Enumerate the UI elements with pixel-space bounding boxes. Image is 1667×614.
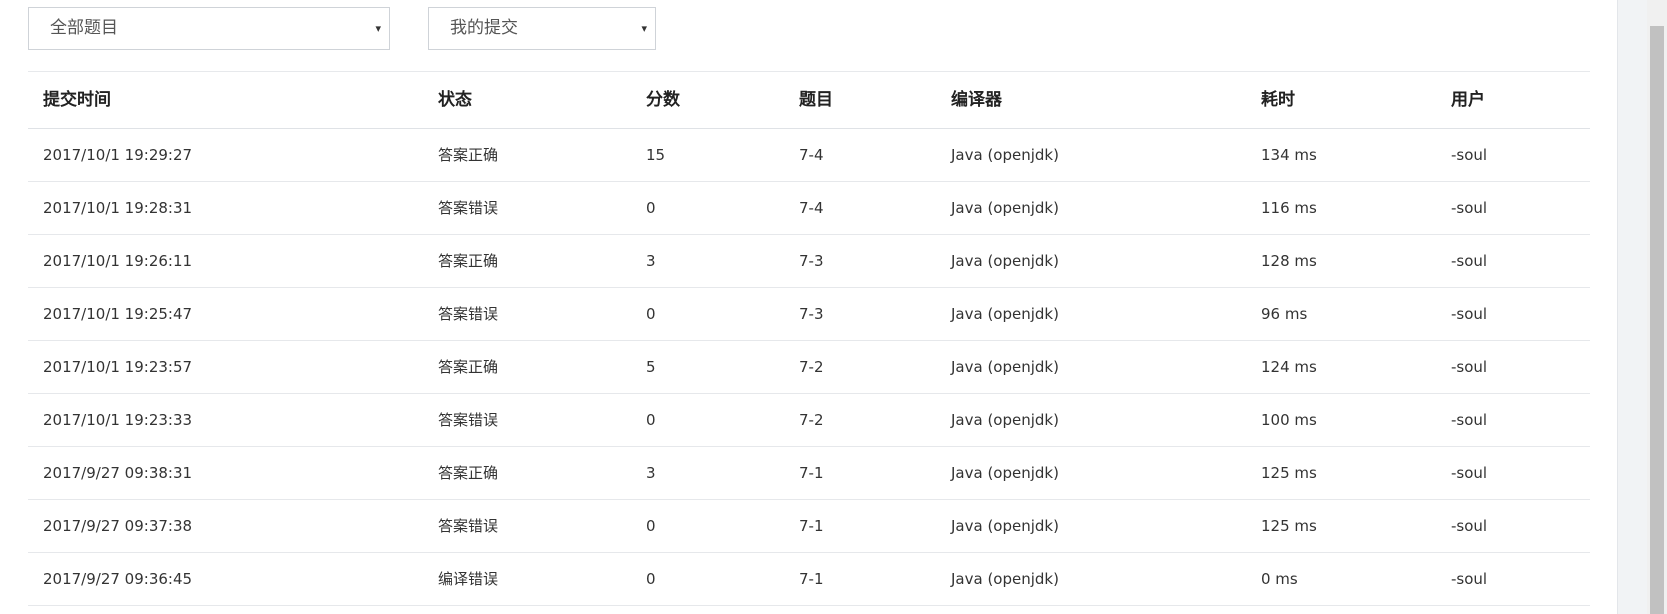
cell-status-link[interactable]: 答案正确 — [438, 341, 498, 393]
cell-score: 0 — [646, 517, 656, 535]
cell-score: 0 — [646, 570, 656, 588]
submission-page: 全部题目 ▾ 我的提交 ▾ 提交时间 状态 分数 题目 编译器 耗时 用户 20… — [0, 0, 1667, 614]
cell-time: 2017/10/1 19:26:11 — [43, 252, 193, 270]
header-compiler: 编译器 — [951, 90, 1002, 110]
table-row: 2017/10/1 19:26:11 答案正确 3 7-3 Java (openjdk)… — [28, 235, 1590, 288]
table-body: 2017/10/1 19:29:27 答案正确 15 7-4 Java (openjdk… — [28, 129, 1590, 606]
cell-compiler: Java (openjdk) — [951, 517, 1059, 535]
cell-elapsed: 134 ms — [1261, 146, 1317, 164]
cell-elapsed: 116 ms — [1261, 199, 1317, 217]
cell-score: 5 — [646, 358, 656, 376]
cell-compiler: Java (openjdk) — [951, 570, 1059, 588]
main-content: 全部题目 ▾ 我的提交 ▾ 提交时间 状态 分数 题目 编译器 耗时 用户 20… — [0, 0, 1617, 614]
cell-user: -soul — [1451, 464, 1488, 482]
table-row: 2017/9/27 09:38:31 答案正确 3 7-1 Java (openjdk)… — [28, 447, 1590, 500]
table-row: 2017/10/1 19:25:47 答案错误 0 7-3 Java (openjdk)… — [28, 288, 1590, 341]
table-header: 提交时间 状态 分数 题目 编译器 耗时 用户 — [28, 71, 1590, 129]
cell-problem-link[interactable]: 7-2 — [799, 341, 824, 393]
cell-elapsed: 124 ms — [1261, 358, 1317, 376]
problem-filter-value: 全部题目 — [50, 18, 118, 38]
header-time: 提交时间 — [43, 90, 111, 110]
cell-elapsed: 0 ms — [1261, 570, 1298, 588]
cell-compiler: Java (openjdk) — [951, 252, 1059, 270]
cell-elapsed: 100 ms — [1261, 411, 1317, 429]
table-row: 2017/10/1 19:29:27 答案正确 15 7-4 Java (openjdk… — [28, 129, 1590, 182]
cell-score: 15 — [646, 146, 666, 164]
cell-elapsed: 125 ms — [1261, 464, 1317, 482]
cell-problem-link[interactable]: 7-1 — [799, 553, 824, 605]
cell-user: -soul — [1451, 305, 1488, 323]
cell-status-link[interactable]: 编译错误 — [438, 553, 498, 605]
cell-score: 0 — [646, 199, 656, 217]
cell-status-link[interactable]: 答案错误 — [438, 182, 498, 234]
cell-status-link[interactable]: 答案错误 — [438, 394, 498, 446]
cell-user: -soul — [1451, 570, 1488, 588]
header-score: 分数 — [646, 90, 680, 110]
header-user: 用户 — [1451, 90, 1485, 110]
cell-user: -soul — [1451, 199, 1488, 217]
cell-elapsed: 128 ms — [1261, 252, 1317, 270]
header-problem: 题目 — [799, 90, 833, 110]
cell-status-link[interactable]: 答案正确 — [438, 129, 498, 181]
cell-time: 2017/10/1 19:25:47 — [43, 305, 193, 323]
cell-time: 2017/9/27 09:37:38 — [43, 517, 193, 535]
table-row: 2017/9/27 09:36:45 编译错误 0 7-1 Java (openjdk)… — [28, 553, 1590, 606]
table-row: 2017/10/1 19:23:33 答案错误 0 7-2 Java (openjdk)… — [28, 394, 1590, 447]
cell-user: -soul — [1451, 146, 1488, 164]
cell-status-link[interactable]: 答案正确 — [438, 235, 498, 287]
cell-time: 2017/10/1 19:23:57 — [43, 358, 193, 376]
cell-problem-link[interactable]: 7-4 — [799, 182, 824, 234]
right-gutter — [1617, 0, 1647, 614]
cell-user: -soul — [1451, 358, 1488, 376]
cell-score: 0 — [646, 305, 656, 323]
cell-status-link[interactable]: 答案正确 — [438, 447, 498, 499]
submission-table: 提交时间 状态 分数 题目 编译器 耗时 用户 2017/10/1 19:29:… — [28, 71, 1590, 606]
cell-user: -soul — [1451, 252, 1488, 270]
table-row: 2017/10/1 19:28:31 答案错误 0 7-4 Java (openjdk)… — [28, 182, 1590, 235]
cell-problem-link[interactable]: 7-4 — [799, 129, 824, 181]
cell-problem-link[interactable]: 7-1 — [799, 447, 824, 499]
cell-compiler: Java (openjdk) — [951, 199, 1059, 217]
cell-elapsed: 96 ms — [1261, 305, 1308, 323]
submission-filter-select[interactable]: 我的提交 ▾ — [428, 7, 656, 50]
cell-time: 2017/10/1 19:29:27 — [43, 146, 193, 164]
cell-problem-link[interactable]: 7-3 — [799, 235, 824, 287]
cell-user: -soul — [1451, 517, 1488, 535]
cell-compiler: Java (openjdk) — [951, 358, 1059, 376]
header-status: 状态 — [438, 90, 472, 110]
cell-time: 2017/9/27 09:36:45 — [43, 570, 193, 588]
cell-score: 0 — [646, 411, 656, 429]
header-elapsed: 耗时 — [1261, 90, 1295, 110]
cell-status-link[interactable]: 答案错误 — [438, 288, 498, 340]
cell-compiler: Java (openjdk) — [951, 305, 1059, 323]
vertical-scrollbar[interactable] — [1647, 0, 1667, 614]
cell-time: 2017/9/27 09:38:31 — [43, 464, 193, 482]
table-row: 2017/10/1 19:23:57 答案正确 5 7-2 Java (openjdk)… — [28, 341, 1590, 394]
cell-score: 3 — [646, 464, 656, 482]
cell-problem-link[interactable]: 7-2 — [799, 394, 824, 446]
chevron-down-icon: ▾ — [375, 22, 381, 35]
cell-problem-link[interactable]: 7-3 — [799, 288, 824, 340]
cell-compiler: Java (openjdk) — [951, 464, 1059, 482]
submission-filter-value: 我的提交 — [450, 18, 518, 38]
cell-problem-link[interactable]: 7-1 — [799, 500, 824, 552]
cell-elapsed: 125 ms — [1261, 517, 1317, 535]
chevron-down-icon: ▾ — [641, 22, 647, 35]
cell-user: -soul — [1451, 411, 1488, 429]
cell-time: 2017/10/1 19:23:33 — [43, 411, 193, 429]
cell-time: 2017/10/1 19:28:31 — [43, 199, 193, 217]
cell-score: 3 — [646, 252, 656, 270]
problem-filter-select[interactable]: 全部题目 ▾ — [28, 7, 390, 50]
cell-status-link[interactable]: 答案错误 — [438, 500, 498, 552]
cell-compiler: Java (openjdk) — [951, 411, 1059, 429]
cell-compiler: Java (openjdk) — [951, 146, 1059, 164]
table-row: 2017/9/27 09:37:38 答案错误 0 7-1 Java (openjdk)… — [28, 500, 1590, 553]
scrollbar-thumb[interactable] — [1650, 26, 1664, 614]
